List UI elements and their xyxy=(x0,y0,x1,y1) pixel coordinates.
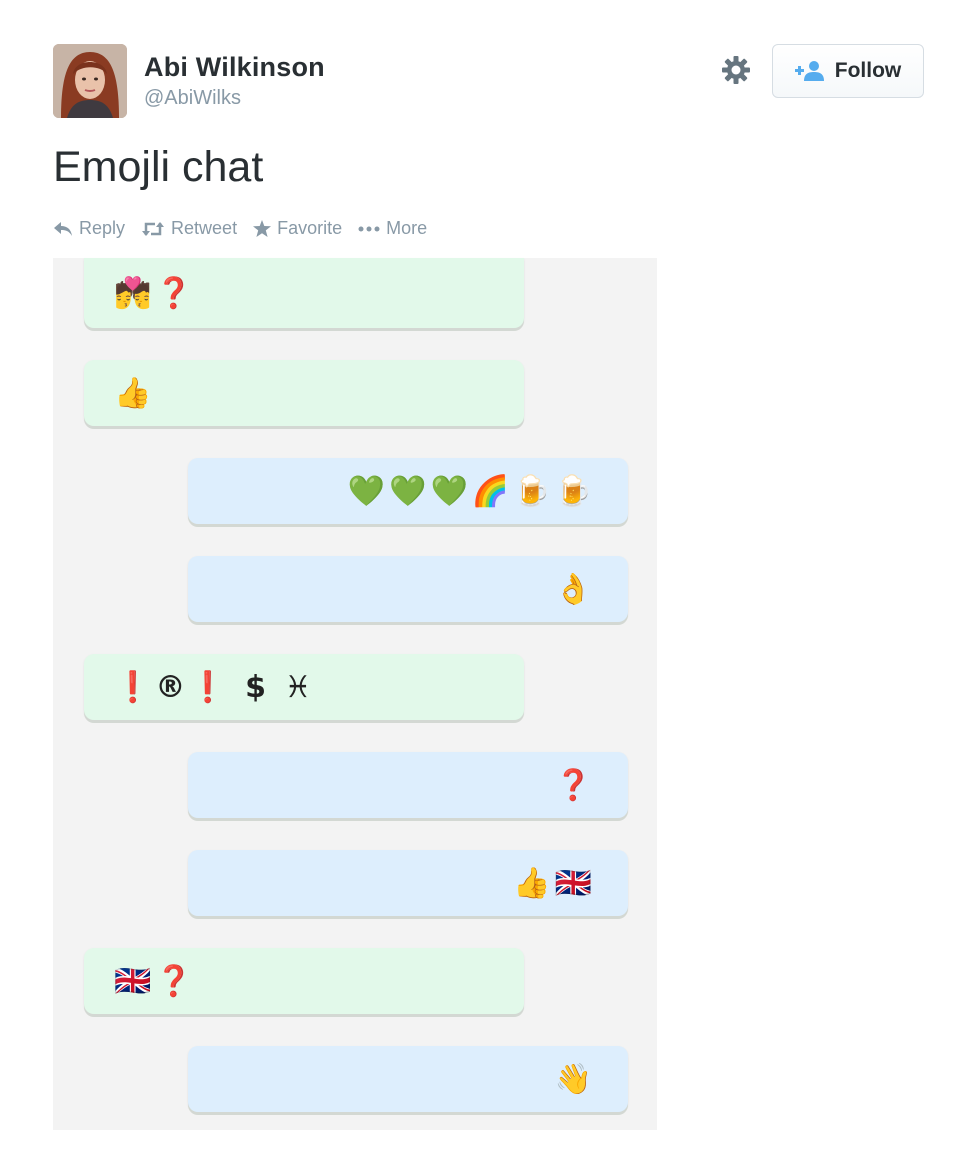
message-content: 👋 xyxy=(554,1062,596,1096)
tweet-text: Emojli chat xyxy=(53,143,264,191)
message-content: 👌 xyxy=(554,572,596,606)
follow-label: Follow xyxy=(834,59,902,82)
tweet-actions: Reply Retweet Favorite More xyxy=(53,218,427,239)
more-label: More xyxy=(386,218,428,238)
gear-icon[interactable] xyxy=(720,54,752,86)
chat-message-incoming: ❗®❗ $ ♓ xyxy=(84,654,524,720)
reply-icon xyxy=(54,221,72,236)
user-name[interactable]: Abi Wilkinson xyxy=(144,52,325,83)
chat-message-outgoing: 💚💚💚🌈🍺🍺 xyxy=(188,458,628,524)
message-content: 👍 xyxy=(114,376,156,410)
retweet-action[interactable]: Retweet xyxy=(141,218,237,239)
message-content: 💏❓ xyxy=(114,276,197,310)
add-user-icon xyxy=(794,60,825,82)
favorite-action[interactable]: Favorite xyxy=(253,218,342,239)
chat-message-outgoing: 👌 xyxy=(188,556,628,622)
chat-message-outgoing: 👍🇬🇧 xyxy=(188,850,628,916)
chat-message-outgoing: 👋 xyxy=(188,1046,628,1112)
message-content: ❗®❗ $ ♓ xyxy=(114,669,316,705)
chat-message-incoming: 👍 xyxy=(84,360,524,426)
message-content: 👍🇬🇧 xyxy=(513,866,596,900)
message-content: 💚💚💚🌈🍺🍺 xyxy=(347,474,596,508)
retweet-label: Retweet xyxy=(171,218,238,238)
avatar-image xyxy=(53,44,127,118)
chat-image[interactable]: 💏❓ 👍 💚💚💚🌈🍺🍺 👌 ❗®❗ $ ♓ ❓ 👍🇬🇧 🇬🇧❓ 👋 xyxy=(53,258,657,1130)
chat-message-incoming: 💏❓ xyxy=(84,258,524,328)
retweet-icon xyxy=(142,221,165,236)
more-action[interactable]: More xyxy=(358,218,427,239)
star-icon xyxy=(253,220,272,237)
reply-action[interactable]: Reply xyxy=(53,218,125,239)
reply-label: Reply xyxy=(79,218,126,238)
chat-message-outgoing: ❓ xyxy=(188,752,628,818)
follow-button[interactable]: Follow xyxy=(772,44,924,98)
avatar[interactable] xyxy=(53,44,127,118)
user-handle[interactable]: @AbiWilks xyxy=(144,87,241,110)
message-content: ❓ xyxy=(554,767,596,803)
more-icon xyxy=(358,226,380,231)
favorite-label: Favorite xyxy=(277,218,343,238)
chat-message-incoming: 🇬🇧❓ xyxy=(84,948,524,1014)
message-content: 🇬🇧❓ xyxy=(114,964,197,998)
